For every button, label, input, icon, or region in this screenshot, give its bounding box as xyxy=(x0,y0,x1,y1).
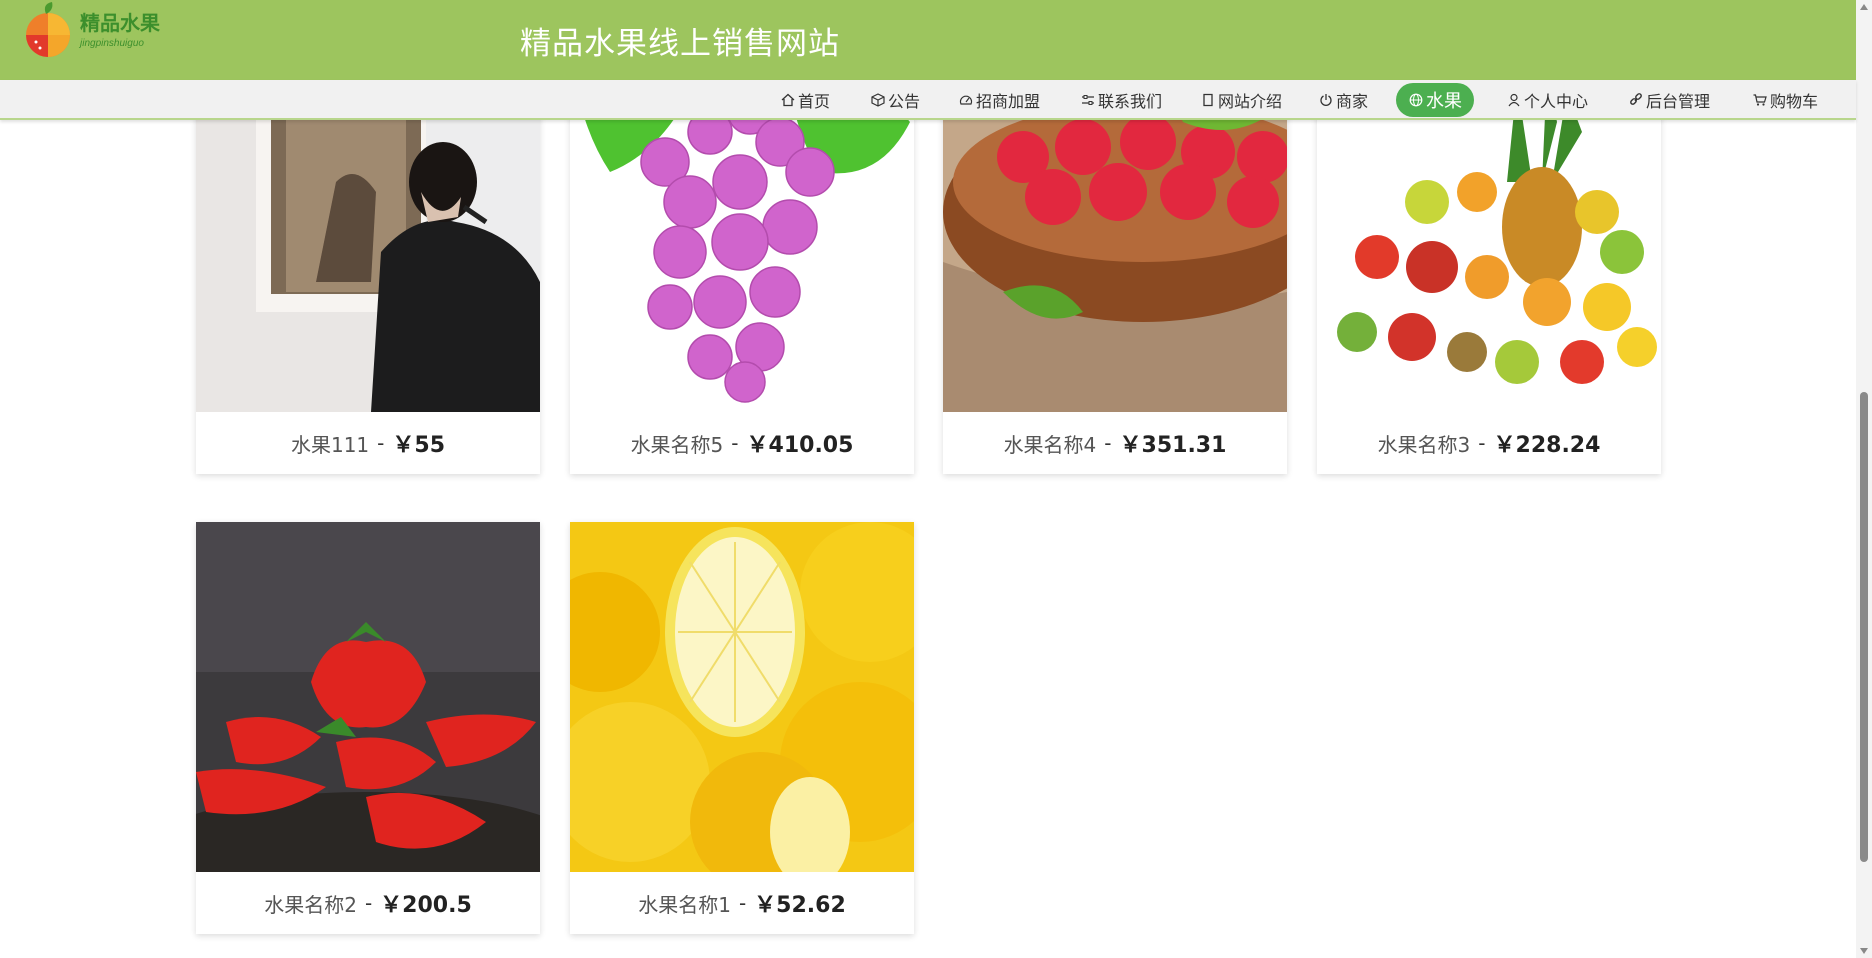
nav-label: 招商加盟 xyxy=(976,92,1041,111)
nav-label: 购物车 xyxy=(1770,92,1819,111)
gauge-icon xyxy=(958,92,974,108)
product-image[interactable] xyxy=(196,522,540,872)
product-card[interactable]: 水果名称1 - ￥52.62 xyxy=(570,522,914,934)
nav-franchise[interactable]: 招商加盟 xyxy=(958,83,1040,117)
scroll-up-arrow-icon[interactable] xyxy=(1860,4,1868,10)
product-name: 水果名称4 xyxy=(1003,432,1097,457)
product-grid: 水果111 - ￥55 水果名称5 - ￥410.05 水果名称4 - ￥351… xyxy=(0,120,1856,958)
nav-home[interactable]: 首页 xyxy=(780,83,830,117)
nav-announcements[interactable]: 公告 xyxy=(870,83,920,117)
box-icon xyxy=(870,92,886,108)
nav-label: 公告 xyxy=(888,92,921,111)
product-price: ￥55 xyxy=(392,433,446,458)
product-image[interactable] xyxy=(1317,120,1661,412)
site-logo[interactable]: 精品水果 jingpinshuiguo xyxy=(22,2,172,58)
nav-label: 首页 xyxy=(798,92,831,111)
separator: - xyxy=(364,891,373,915)
power-icon xyxy=(1318,92,1334,108)
nav-admin[interactable]: 后台管理 xyxy=(1628,83,1710,117)
product-caption[interactable]: 水果名称2 - ￥200.5 xyxy=(196,872,540,934)
product-name: 水果名称3 xyxy=(1377,432,1471,457)
home-icon xyxy=(780,92,796,108)
user-icon xyxy=(1506,92,1522,108)
product-caption[interactable]: 水果名称4 - ￥351.31 xyxy=(943,412,1287,474)
site-title: 精品水果线上销售网站 xyxy=(520,26,840,62)
nav-label: 水果 xyxy=(1426,91,1462,112)
product-card[interactable]: 水果名称3 - ￥228.24 xyxy=(1317,120,1661,474)
product-card[interactable]: 水果111 - ￥55 xyxy=(196,120,540,474)
nav-label: 个人中心 xyxy=(1524,92,1589,111)
product-price: ￥228.24 xyxy=(1493,433,1601,458)
product-caption[interactable]: 水果名称3 - ￥228.24 xyxy=(1317,412,1661,474)
logo-text: 精品水果 xyxy=(80,11,160,35)
product-card[interactable]: 水果名称5 - ￥410.05 xyxy=(570,120,914,474)
product-caption[interactable]: 水果111 - ￥55 xyxy=(196,412,540,474)
main-nav: 首页 公告 招商加盟 联系我们 网站介绍 商家 水果 个人中心 后台管理 购物车 xyxy=(0,80,1856,120)
nav-label: 后台管理 xyxy=(1646,92,1711,111)
product-name: 水果名称2 xyxy=(264,892,357,917)
product-name: 水果名称5 xyxy=(630,432,724,457)
product-price: ￥200.5 xyxy=(380,893,472,918)
product-image[interactable] xyxy=(943,120,1287,412)
product-card[interactable]: 水果名称4 - ￥351.31 xyxy=(943,120,1287,474)
product-image[interactable] xyxy=(570,522,914,872)
separator: - xyxy=(377,431,385,455)
product-price: ￥410.05 xyxy=(746,433,854,458)
nav-label: 联系我们 xyxy=(1098,92,1163,111)
notebook-icon xyxy=(1200,92,1216,108)
logo-pinyin: jingpinshuiguo xyxy=(78,38,144,49)
product-image[interactable] xyxy=(570,120,914,412)
nav-profile[interactable]: 个人中心 xyxy=(1506,83,1588,117)
nav-cart[interactable]: 购物车 xyxy=(1752,83,1818,117)
product-name: 水果111 xyxy=(290,432,370,457)
product-price: ￥52.62 xyxy=(754,893,846,918)
product-image[interactable] xyxy=(196,120,540,412)
separator: - xyxy=(738,891,747,915)
separator: - xyxy=(731,431,739,455)
nav-label: 网站介绍 xyxy=(1218,92,1283,111)
product-caption[interactable]: 水果名称1 - ￥52.62 xyxy=(570,872,914,934)
nav-label: 商家 xyxy=(1336,92,1369,111)
product-card[interactable]: 水果名称2 - ￥200.5 xyxy=(196,522,540,934)
nav-contact[interactable]: 联系我们 xyxy=(1080,83,1162,117)
cart-icon xyxy=(1752,92,1768,108)
product-price: ￥351.31 xyxy=(1119,433,1227,458)
separator: - xyxy=(1478,431,1486,455)
nav-about[interactable]: 网站介绍 xyxy=(1200,83,1282,117)
link-icon xyxy=(1628,92,1644,108)
product-name: 水果名称1 xyxy=(638,892,731,917)
product-caption[interactable]: 水果名称5 - ￥410.05 xyxy=(570,412,914,474)
nav-fruits[interactable]: 水果 xyxy=(1396,83,1474,117)
site-header: 精品水果 jingpinshuiguo 精品水果线上销售网站 xyxy=(0,0,1856,80)
nav-merchants[interactable]: 商家 xyxy=(1318,83,1368,117)
globe-icon xyxy=(1408,92,1424,108)
separator: - xyxy=(1104,431,1112,455)
scroll-down-arrow-icon[interactable] xyxy=(1860,948,1868,954)
sliders-icon xyxy=(1080,92,1096,108)
page-scrollbar[interactable] xyxy=(1856,0,1872,958)
scroll-thumb[interactable] xyxy=(1860,392,1868,862)
